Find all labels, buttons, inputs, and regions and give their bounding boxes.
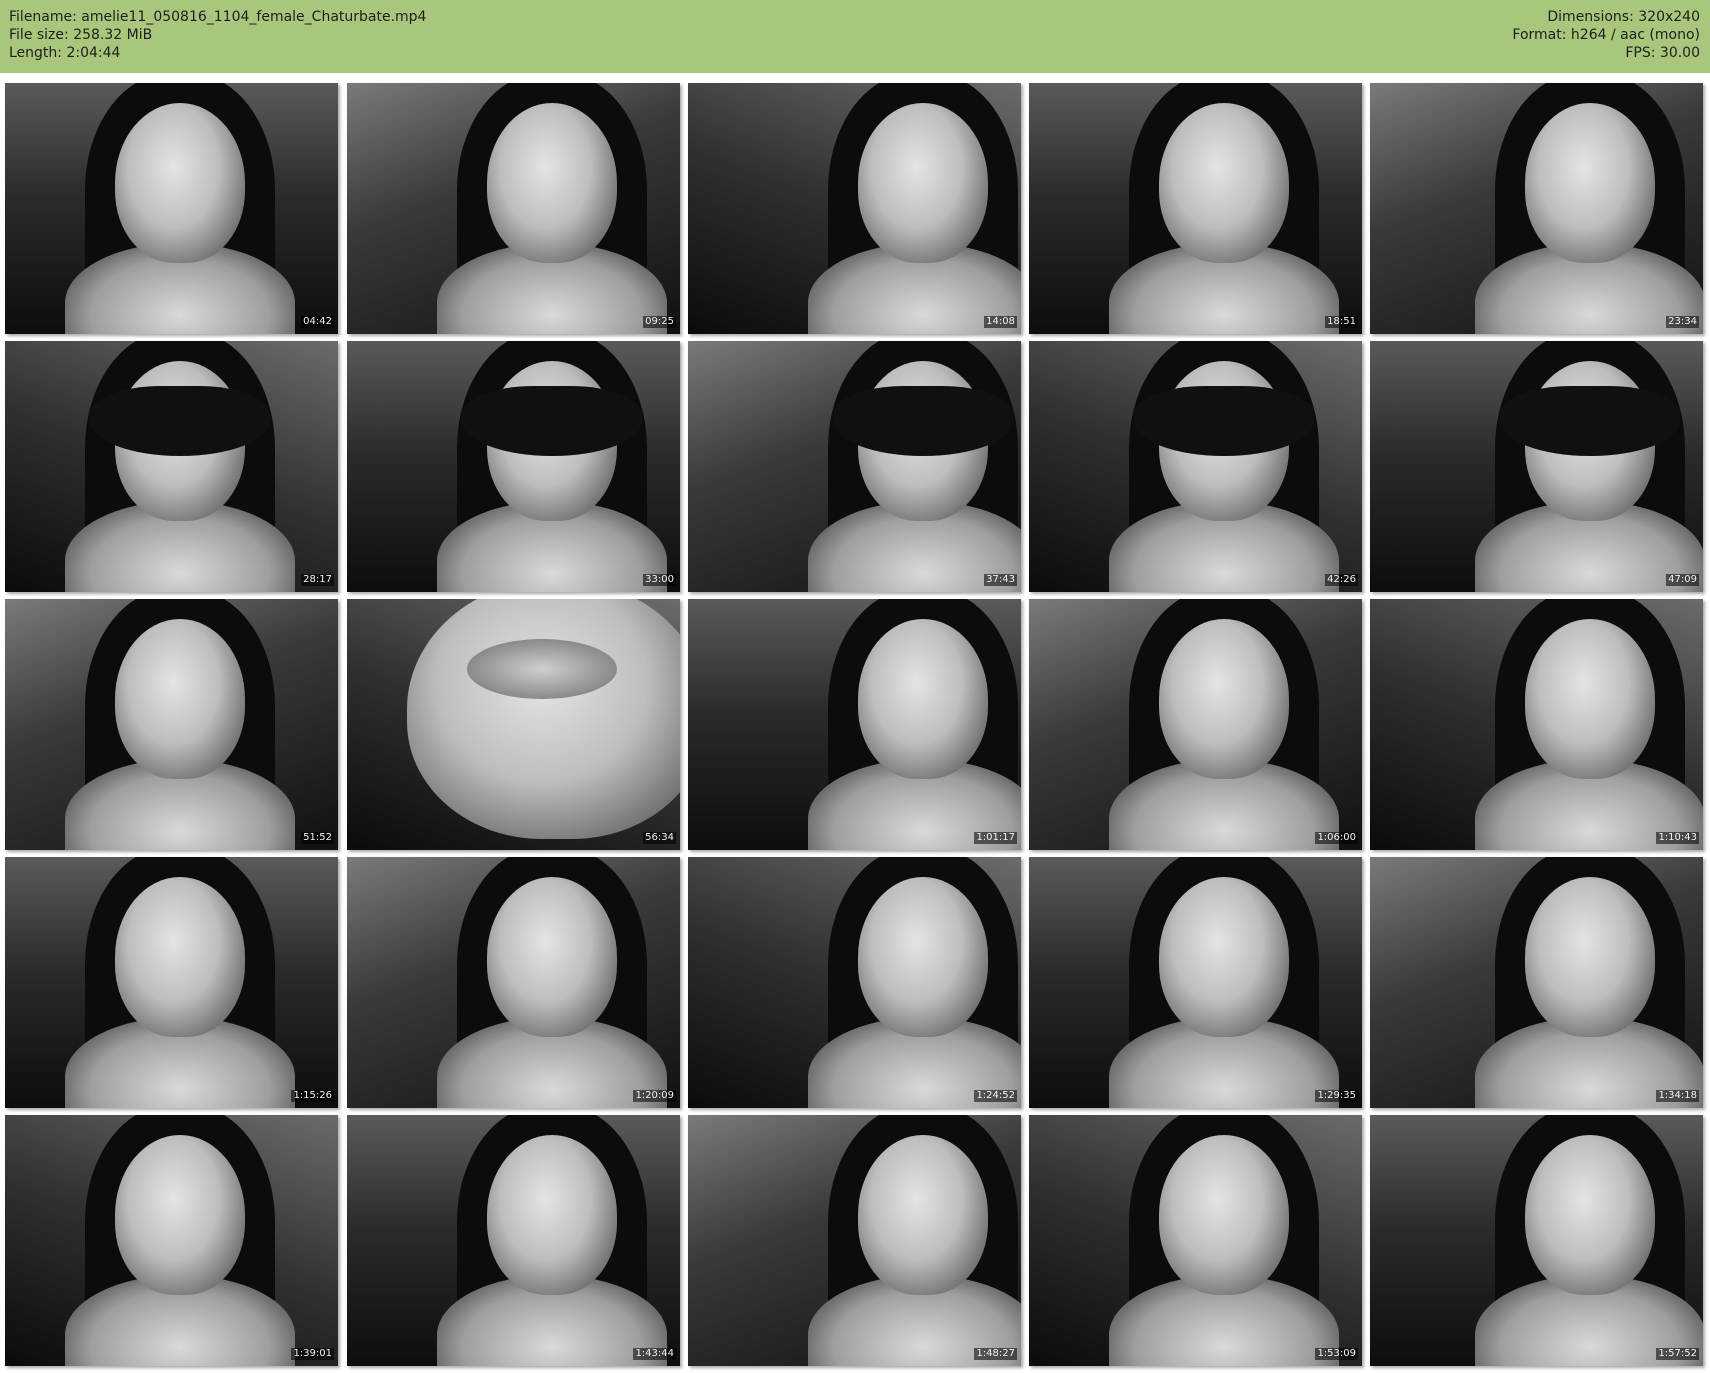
format-text: Format: h264 / aac (mono) bbox=[1512, 27, 1700, 43]
timestamp-label: 42:26 bbox=[1325, 574, 1358, 586]
length-text: Length: 2:04:44 bbox=[9, 45, 121, 61]
timestamp-label: 1:48:27 bbox=[974, 1348, 1017, 1360]
timestamp-label: 09:25 bbox=[643, 316, 676, 328]
face-shape bbox=[1525, 103, 1655, 263]
timestamp-label: 14:08 bbox=[984, 316, 1017, 328]
timestamp-label: 23:34 bbox=[1666, 316, 1699, 328]
face-shape bbox=[1159, 1135, 1289, 1295]
timestamp-label: 1:01:17 bbox=[974, 832, 1017, 844]
timestamp-label: 37:43 bbox=[984, 574, 1017, 586]
thumbnail-frame: 18:51 bbox=[1029, 83, 1362, 334]
timestamp-label: 1:20:09 bbox=[633, 1090, 676, 1102]
thumbnail-frame: 37:43 bbox=[688, 341, 1021, 592]
thumbnail-frame: 1:24:52 bbox=[688, 857, 1021, 1108]
thumbnail-frame: 1:10:43 bbox=[1370, 599, 1703, 850]
thumbnail-frame: 09:25 bbox=[347, 83, 680, 334]
face-shape bbox=[115, 103, 245, 263]
thumbnail-frame: 23:34 bbox=[1370, 83, 1703, 334]
closeup-shape bbox=[407, 599, 680, 839]
thumbnail-frame: 33:00 bbox=[347, 341, 680, 592]
mask-shape bbox=[90, 386, 270, 456]
timestamp-label: 18:51 bbox=[1325, 316, 1358, 328]
thumbnail-frame: 1:15:26 bbox=[5, 857, 338, 1108]
timestamp-label: 47:09 bbox=[1666, 574, 1699, 586]
thumbnail-frame: 1:20:09 bbox=[347, 857, 680, 1108]
timestamp-label: 1:06:00 bbox=[1315, 832, 1358, 844]
thumbnail-frame: 47:09 bbox=[1370, 341, 1703, 592]
timestamp-label: 1:15:26 bbox=[291, 1090, 334, 1102]
dimensions-text: Dimensions: 320x240 bbox=[1547, 9, 1700, 25]
face-shape bbox=[858, 1135, 988, 1295]
mask-shape bbox=[462, 386, 642, 456]
timestamp-label: 1:10:43 bbox=[1656, 832, 1699, 844]
face-shape bbox=[858, 103, 988, 263]
timestamp-label: 1:57:52 bbox=[1656, 1348, 1699, 1360]
timestamp-label: 51:52 bbox=[301, 832, 334, 844]
timestamp-label: 28:17 bbox=[301, 574, 334, 586]
face-shape bbox=[487, 1135, 617, 1295]
filesize-text: File size: 258.32 MiB bbox=[9, 27, 153, 43]
mask-shape bbox=[833, 386, 1013, 456]
thumbnail-frame: 1:01:17 bbox=[688, 599, 1021, 850]
fps-text: FPS: 30.00 bbox=[1625, 45, 1700, 61]
timestamp-label: 56:34 bbox=[643, 832, 676, 844]
thumbnail-frame: 51:52 bbox=[5, 599, 338, 850]
face-shape bbox=[1159, 877, 1289, 1037]
thumbnail-frame: 42:26 bbox=[1029, 341, 1362, 592]
thumbnail-frame: 1:39:01 bbox=[5, 1115, 338, 1366]
face-shape bbox=[1525, 1135, 1655, 1295]
mask-shape bbox=[1500, 386, 1680, 456]
timestamp-label: 1:39:01 bbox=[291, 1348, 334, 1360]
thumbnail-frame: 04:42 bbox=[5, 83, 338, 334]
timestamp-label: 1:34:18 bbox=[1656, 1090, 1699, 1102]
face-shape bbox=[487, 103, 617, 263]
thumbnail-frame: 1:53:09 bbox=[1029, 1115, 1362, 1366]
face-shape bbox=[487, 877, 617, 1037]
filename-text: Filename: amelie11_050816_1104_female_Ch… bbox=[9, 9, 427, 25]
thumbnail-frame: 28:17 bbox=[5, 341, 338, 592]
info-header: Filename: amelie11_050816_1104_female_Ch… bbox=[0, 0, 1710, 73]
face-shape bbox=[1159, 619, 1289, 779]
face-shape bbox=[1159, 103, 1289, 263]
face-shape bbox=[858, 619, 988, 779]
lips-shape bbox=[467, 639, 617, 699]
face-shape bbox=[1525, 619, 1655, 779]
timestamp-label: 1:43:44 bbox=[633, 1348, 676, 1360]
file-info-right: Dimensions: 320x240 Format: h264 / aac (… bbox=[1512, 8, 1700, 62]
timestamp-label: 33:00 bbox=[643, 574, 676, 586]
face-shape bbox=[115, 619, 245, 779]
file-info-left: Filename: amelie11_050816_1104_female_Ch… bbox=[9, 8, 426, 62]
face-shape bbox=[115, 1135, 245, 1295]
face-shape bbox=[858, 877, 988, 1037]
timestamp-label: 1:24:52 bbox=[974, 1090, 1017, 1102]
thumbnail-frame: 1:48:27 bbox=[688, 1115, 1021, 1366]
thumbnail-frame: 1:43:44 bbox=[347, 1115, 680, 1366]
timestamp-label: 1:53:09 bbox=[1315, 1348, 1358, 1360]
thumbnail-frame: 1:57:52 bbox=[1370, 1115, 1703, 1366]
thumbnail-frame: 1:29:35 bbox=[1029, 857, 1362, 1108]
face-shape bbox=[1525, 877, 1655, 1037]
thumbnail-grid: 04:42 09:25 14:08 18:51 23:34 28:17 33:00 37:43… bbox=[0, 81, 1710, 1373]
timestamp-label: 04:42 bbox=[301, 316, 334, 328]
thumbnail-frame: 56:34 bbox=[347, 599, 680, 850]
thumbnail-frame: 1:34:18 bbox=[1370, 857, 1703, 1108]
thumbnail-frame: 14:08 bbox=[688, 83, 1021, 334]
thumbnail-frame: 1:06:00 bbox=[1029, 599, 1362, 850]
face-shape bbox=[115, 877, 245, 1037]
timestamp-label: 1:29:35 bbox=[1315, 1090, 1358, 1102]
mask-shape bbox=[1134, 386, 1314, 456]
